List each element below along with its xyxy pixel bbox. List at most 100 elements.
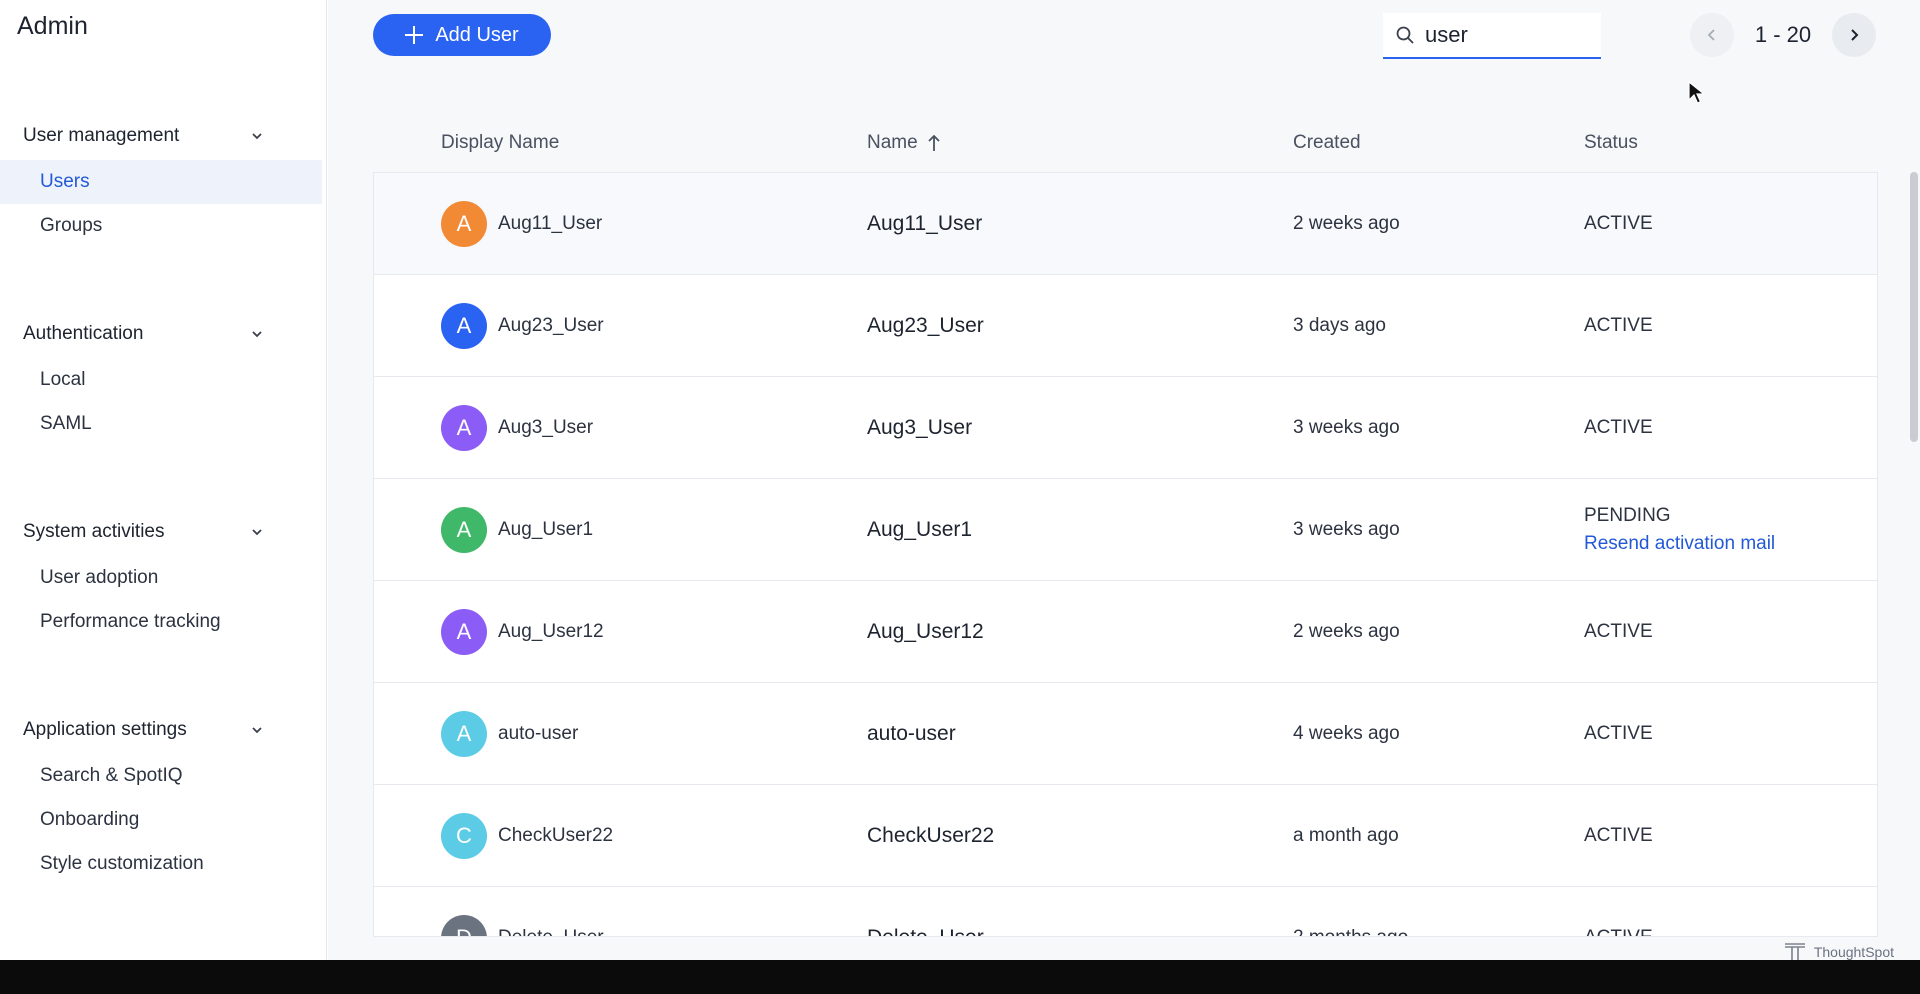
table-row[interactable]: D Delete_User Delete_User 2 months ago ACTIV… (374, 887, 1877, 937)
sidebar-item-user-adoption[interactable]: User adoption (0, 556, 322, 600)
avatar: A (441, 200, 487, 247)
section-header-application-settings[interactable]: Application settings (0, 712, 322, 748)
table-row[interactable]: A Aug23_User Aug23_User 3 days ago ACTIVE (374, 275, 1877, 377)
scrollbar-thumb[interactable] (1910, 172, 1918, 442)
search-box[interactable] (1383, 13, 1601, 59)
table-header: Display Name Name Created Status (328, 118, 1878, 168)
display-name-text: Aug3_User (498, 416, 594, 438)
cell-status: ACTIVE (1584, 581, 1653, 682)
column-header-display-name[interactable]: Display Name (441, 118, 559, 168)
cell-created: 3 weeks ago (1293, 416, 1400, 438)
section-header-user-management[interactable]: User management (0, 118, 322, 154)
sidebar-item-performance-tracking[interactable]: Performance tracking (0, 600, 322, 644)
section-header-authentication[interactable]: Authentication (0, 316, 322, 352)
cell-name: Delete_User (867, 925, 984, 937)
display-name-text: Aug_User12 (498, 620, 604, 642)
cell-name: Aug11_User (867, 211, 983, 235)
footer-brand: ThoughtSpot (1784, 942, 1894, 962)
section-system-activities: System activities User adoption Performa… (0, 514, 322, 644)
avatar: A (441, 302, 487, 349)
search-icon (1396, 26, 1414, 44)
cell-status: PENDING Resend activation mail (1584, 479, 1775, 580)
section-authentication: Authentication Local SAML (0, 316, 322, 446)
page-range: 1 - 20 (1754, 22, 1812, 47)
table-row[interactable]: A Aug_User1 Aug_User1 3 weeks ago PENDING Res… (374, 479, 1877, 581)
chevron-down-icon (252, 331, 262, 338)
sidebar-item-local[interactable]: Local (0, 358, 322, 402)
cell-status: ACTIVE (1584, 887, 1653, 937)
sidebar-item-onboarding[interactable]: Onboarding (0, 798, 322, 842)
chevron-down-icon (252, 529, 262, 536)
display-name-text: CheckUser22 (498, 824, 614, 846)
chevron-left-icon (1707, 29, 1715, 41)
cell-display-name: Aauto-user (441, 683, 578, 784)
status-badge: ACTIVE (1584, 824, 1653, 846)
cell-name: Aug23_User (867, 313, 984, 337)
cell-name: Aug_User12 (867, 619, 984, 643)
bottom-bar (0, 960, 1920, 994)
section-header-system-activities[interactable]: System activities (0, 514, 322, 550)
chevron-right-icon (1851, 29, 1859, 41)
avatar: A (441, 506, 487, 553)
cell-display-name: A Aug23_User (441, 275, 604, 376)
avatar: A (441, 404, 487, 451)
cell-display-name: A Aug3_User (441, 377, 593, 478)
cell-name: Aug_User1 (867, 517, 973, 541)
status-badge: ACTIVE (1584, 926, 1653, 937)
sidebar-item-groups[interactable]: Groups (0, 204, 322, 248)
chevron-down-icon (252, 133, 262, 140)
display-name-text: Aug11_User (498, 212, 603, 234)
table-row[interactable]: A Aug_User12 Aug_User12 2 weeks ago ACTIVE (374, 581, 1877, 683)
cell-created: a month ago (1293, 824, 1399, 846)
column-header-status[interactable]: Status (1584, 118, 1638, 168)
sidebar-item-style-customization[interactable]: Style customization (0, 842, 322, 886)
table-row[interactable]: A Aug11_User Aug11_User 2 weeks ago ACTIVE (374, 173, 1877, 275)
cell-created: 2 months ago (1293, 926, 1409, 937)
cell-status: ACTIVE (1584, 275, 1653, 376)
column-header-created[interactable]: Created (1293, 118, 1361, 168)
users-table: A Aug11_User Aug11_User 2 weeks ago ACTIVE A A… (373, 172, 1878, 937)
avatar: C (441, 812, 487, 859)
section-label: Application settings (23, 719, 187, 740)
avatar: A (441, 608, 487, 655)
main-content: Add User 1 - 20 Display Name Name Create… (328, 0, 1920, 960)
cell-name: CheckUser22 (867, 823, 995, 847)
column-header-name[interactable]: Name (867, 118, 942, 168)
table-row[interactable]: Aauto-user auto-user 4 weeks ago ACTIVE (374, 683, 1877, 785)
display-name-text: Delete_User (498, 926, 604, 937)
status-badge: ACTIVE (1584, 212, 1653, 234)
cell-display-name: A Aug11_User (441, 173, 602, 274)
cell-name: auto-user (867, 721, 956, 745)
display-name-text: Aug23_User (498, 314, 604, 336)
next-page-button[interactable] (1832, 13, 1876, 57)
cell-created: 3 weeks ago (1293, 518, 1400, 540)
search-input[interactable] (1425, 22, 1585, 48)
mouse-cursor-icon (1688, 80, 1706, 104)
sidebar-item-saml[interactable]: SAML (0, 402, 322, 446)
avatar: A (441, 710, 487, 757)
section-label: Authentication (23, 323, 144, 344)
section-label: User management (23, 125, 180, 146)
previous-page-button[interactable] (1690, 13, 1734, 57)
cell-created: 4 weeks ago (1293, 722, 1400, 744)
add-user-button[interactable]: Add User (373, 14, 551, 56)
status-badge: ACTIVE (1584, 416, 1653, 438)
sidebar-item-search-spotiq[interactable]: Search & SpotIQ (0, 754, 322, 798)
table-row[interactable]: C CheckUser22 CheckUser22 a month ago ACTIVE (374, 785, 1877, 887)
status-badge: PENDING (1584, 504, 1671, 526)
cell-created: 2 weeks ago (1293, 212, 1400, 234)
cell-status: ACTIVE (1584, 785, 1653, 886)
sidebar: Admin User management Users Groups Authe… (0, 0, 327, 960)
table-row[interactable]: A Aug3_User Aug3_User 3 weeks ago ACTIVE (374, 377, 1877, 479)
arrow-up-icon (928, 134, 940, 151)
sidebar-item-users[interactable]: Users (0, 160, 322, 204)
cell-status: ACTIVE (1584, 683, 1653, 784)
plus-icon (405, 26, 424, 44)
thoughtspot-logo-icon (1784, 943, 1805, 961)
cell-name: Aug3_User (867, 415, 973, 439)
cell-display-name: D Delete_User (441, 887, 604, 937)
status-badge: ACTIVE (1584, 620, 1653, 642)
resend-activation-link[interactable]: Resend activation mail (1584, 533, 1775, 555)
cell-display-name: C CheckUser22 (441, 785, 613, 886)
cell-created: 2 weeks ago (1293, 620, 1400, 642)
